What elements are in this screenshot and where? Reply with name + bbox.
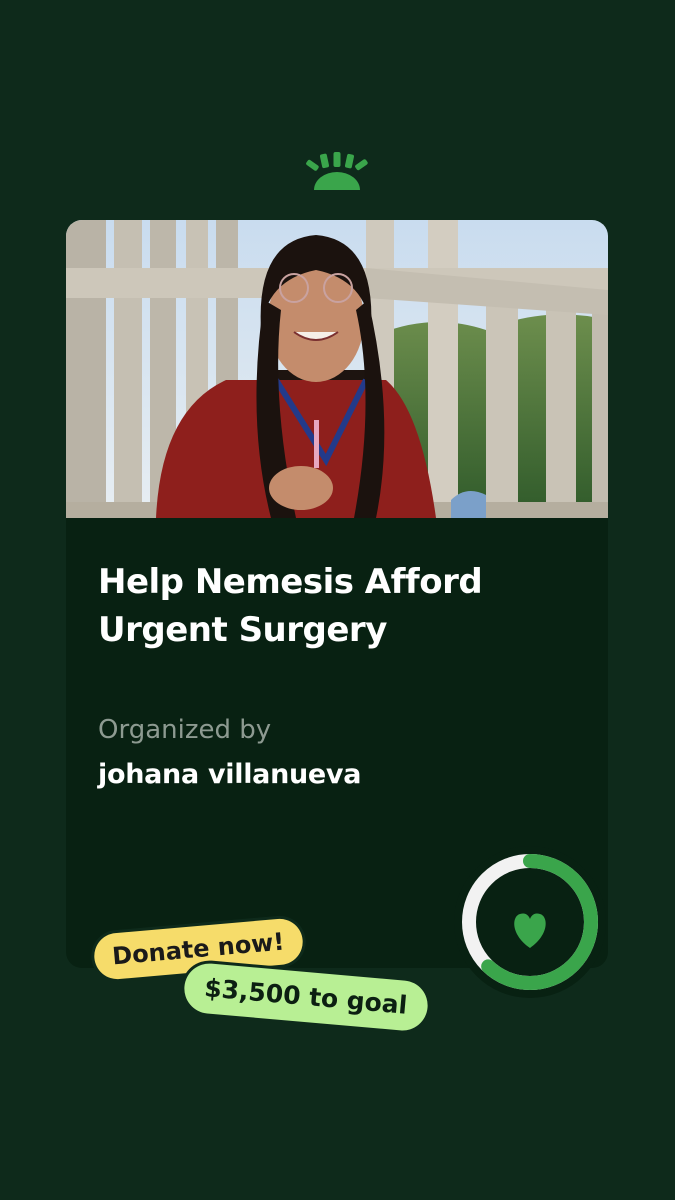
progress-ring <box>454 846 606 998</box>
organizer-label: Organized by <box>98 715 272 745</box>
campaign-photo <box>66 220 608 518</box>
goal-remaining-badge: $3,500 to goal <box>182 961 430 1033</box>
organizer-name[interactable]: johana villanueva <box>98 758 361 792</box>
campaign-title[interactable]: Help Nemesis Afford Urgent Surgery <box>98 558 568 654</box>
gofundme-logo-icon <box>306 152 368 190</box>
